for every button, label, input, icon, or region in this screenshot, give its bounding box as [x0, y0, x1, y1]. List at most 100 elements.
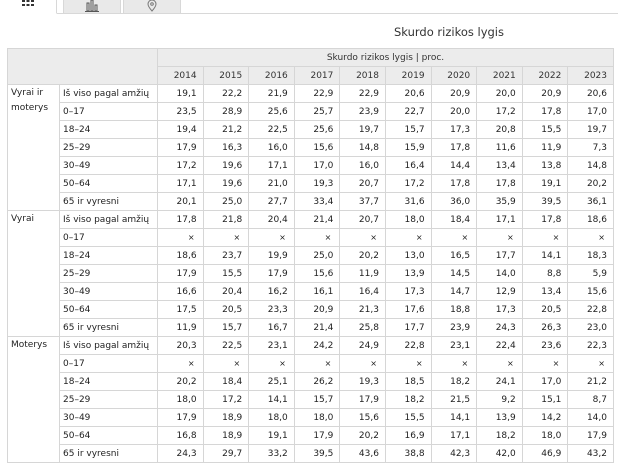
value-cell: 22,8: [384, 336, 432, 355]
value-cell: 14,1: [248, 390, 295, 409]
value-cell: 18,9: [202, 426, 250, 445]
value-cell: 20,0: [476, 84, 523, 103]
age-group-label: 25–29: [59, 138, 158, 157]
value-cell: 23,3: [248, 300, 295, 319]
value-cell: 17,1: [430, 426, 478, 445]
value-cell: 13,4: [476, 156, 523, 175]
value-cell: 11,9: [157, 318, 204, 337]
value-cell: 13,4: [521, 282, 569, 301]
year-header-cell: 2022: [521, 66, 569, 85]
year-header-cell: 2017: [293, 66, 341, 85]
value-cell: 19,9: [248, 246, 295, 265]
table-body: Vyrai ir moterys Iš viso pagal amžių 19,1 2…: [7, 84, 614, 463]
age-group-label: 25–29: [59, 264, 158, 283]
table-row: Vyrai Iš viso pagal amžių 17,8 21,8 20,4 21,4…: [7, 210, 614, 337]
value-cell: 37,7: [339, 192, 386, 211]
table-row: 25–29 17,9 16,3 16,0 15,6 14,8 15,9 17,8 11,6 11,…: [8, 138, 614, 157]
table-row: 0–17 × × × × × × × × × ×: [8, 228, 614, 247]
value-cell: ×: [521, 228, 569, 247]
value-cell: 43,2: [567, 444, 614, 463]
age-group-label: Iš viso pagal amžių: [59, 84, 158, 103]
value-cell: 19,1: [157, 84, 204, 103]
value-cell: 14,4: [430, 156, 478, 175]
value-cell: 18,6: [567, 210, 614, 229]
age-group-label: 30–49: [59, 408, 158, 427]
value-cell: ×: [157, 354, 204, 373]
value-cell: 36,1: [567, 192, 614, 211]
value-cell: 17,0: [521, 372, 569, 391]
value-cell: 18,8: [430, 300, 478, 319]
value-cell: 42,0: [476, 444, 523, 463]
value-cell: 9,2: [476, 390, 523, 409]
value-cell: 5,9: [567, 264, 614, 283]
value-cell: ×: [293, 228, 341, 247]
year-header-cell: 2023: [567, 66, 614, 85]
age-group-label: 50–64: [59, 426, 158, 445]
value-cell: 19,7: [339, 120, 386, 139]
value-cell: 17,2: [202, 390, 250, 409]
value-cell: 15,6: [339, 408, 386, 427]
value-cell: 22,9: [293, 84, 341, 103]
value-cell: 29,7: [202, 444, 250, 463]
value-cell: 17,7: [384, 318, 432, 337]
value-cell: 17,9: [157, 408, 204, 427]
value-cell: 20,4: [248, 210, 295, 229]
table-row: 25–29 18,0 17,2 14,1 15,7 17,9 18,2 21,5 9,2 15,1…: [8, 390, 614, 409]
value-cell: 17,8: [157, 210, 204, 229]
value-cell: 21,0: [248, 174, 295, 193]
value-cell: 23,7: [202, 246, 250, 265]
value-cell: 23,9: [339, 102, 386, 121]
value-cell: 21,5: [430, 390, 478, 409]
value-cell: 23,1: [430, 336, 478, 355]
value-cell: 11,9: [521, 138, 569, 157]
value-cell: 33,2: [248, 444, 295, 463]
age-group-label: 65 ir vyresni: [59, 444, 158, 463]
value-cell: 23,9: [430, 318, 478, 337]
value-cell: 23,5: [157, 102, 204, 121]
value-cell: 11,6: [476, 138, 523, 157]
value-cell: 20,9: [293, 300, 341, 319]
value-cell: 15,7: [293, 390, 341, 409]
value-cell: 19,6: [202, 174, 250, 193]
age-group-label: 18–24: [59, 372, 158, 391]
age-group-label: 50–64: [59, 300, 158, 319]
value-cell: 23,1: [248, 336, 295, 355]
year-header-cell: 2014: [157, 66, 204, 85]
value-cell: 17,0: [293, 156, 341, 175]
value-cell: 13,0: [384, 246, 432, 265]
value-cell: 16,0: [339, 156, 386, 175]
value-cell: 20,5: [521, 300, 569, 319]
value-cell: 20,6: [384, 84, 432, 103]
value-cell: 17,9: [567, 426, 614, 445]
table-row: 65 ir vyresni 11,9 15,7 16,7 21,4 25,8 17,7 23,…: [8, 318, 614, 337]
value-cell: 24,3: [157, 444, 204, 463]
value-cell: 35,9: [476, 192, 523, 211]
value-cell: 14,1: [430, 408, 478, 427]
value-cell: 16,6: [157, 282, 204, 301]
age-group-label: 30–49: [59, 282, 158, 301]
value-cell: 22,3: [567, 336, 614, 355]
value-cell: 17,8: [430, 174, 478, 193]
table-view-tab[interactable]: [0, 0, 57, 14]
table-row: 18–24 19,4 21,2 22,5 25,6 19,7 15,7 17,3 20,8 15,…: [8, 120, 614, 139]
value-cell: 19,4: [157, 120, 204, 139]
table-corner-cell: [7, 48, 158, 85]
value-cell: 20,8: [476, 120, 523, 139]
chart-view-tab[interactable]: [63, 0, 121, 14]
view-tab-bar: [0, 0, 618, 14]
value-cell: 8,7: [567, 390, 614, 409]
value-cell: 17,3: [384, 282, 432, 301]
map-view-tab[interactable]: [123, 0, 181, 14]
value-cell: 17,3: [476, 300, 523, 319]
group-label: Moterys: [7, 336, 60, 463]
table-row: 0–17 × × × × × × × × × ×: [8, 354, 614, 373]
value-cell: 20,1: [157, 192, 204, 211]
value-cell: 19,3: [293, 174, 341, 193]
value-cell: 17,5: [157, 300, 204, 319]
value-cell: 24,9: [339, 336, 386, 355]
table-indicator-header: Skurdo rizikos lygis | proc.: [157, 48, 614, 67]
value-cell: 20,2: [339, 426, 386, 445]
value-cell: ×: [248, 228, 295, 247]
value-cell: 18,5: [384, 372, 432, 391]
value-cell: 22,8: [567, 300, 614, 319]
